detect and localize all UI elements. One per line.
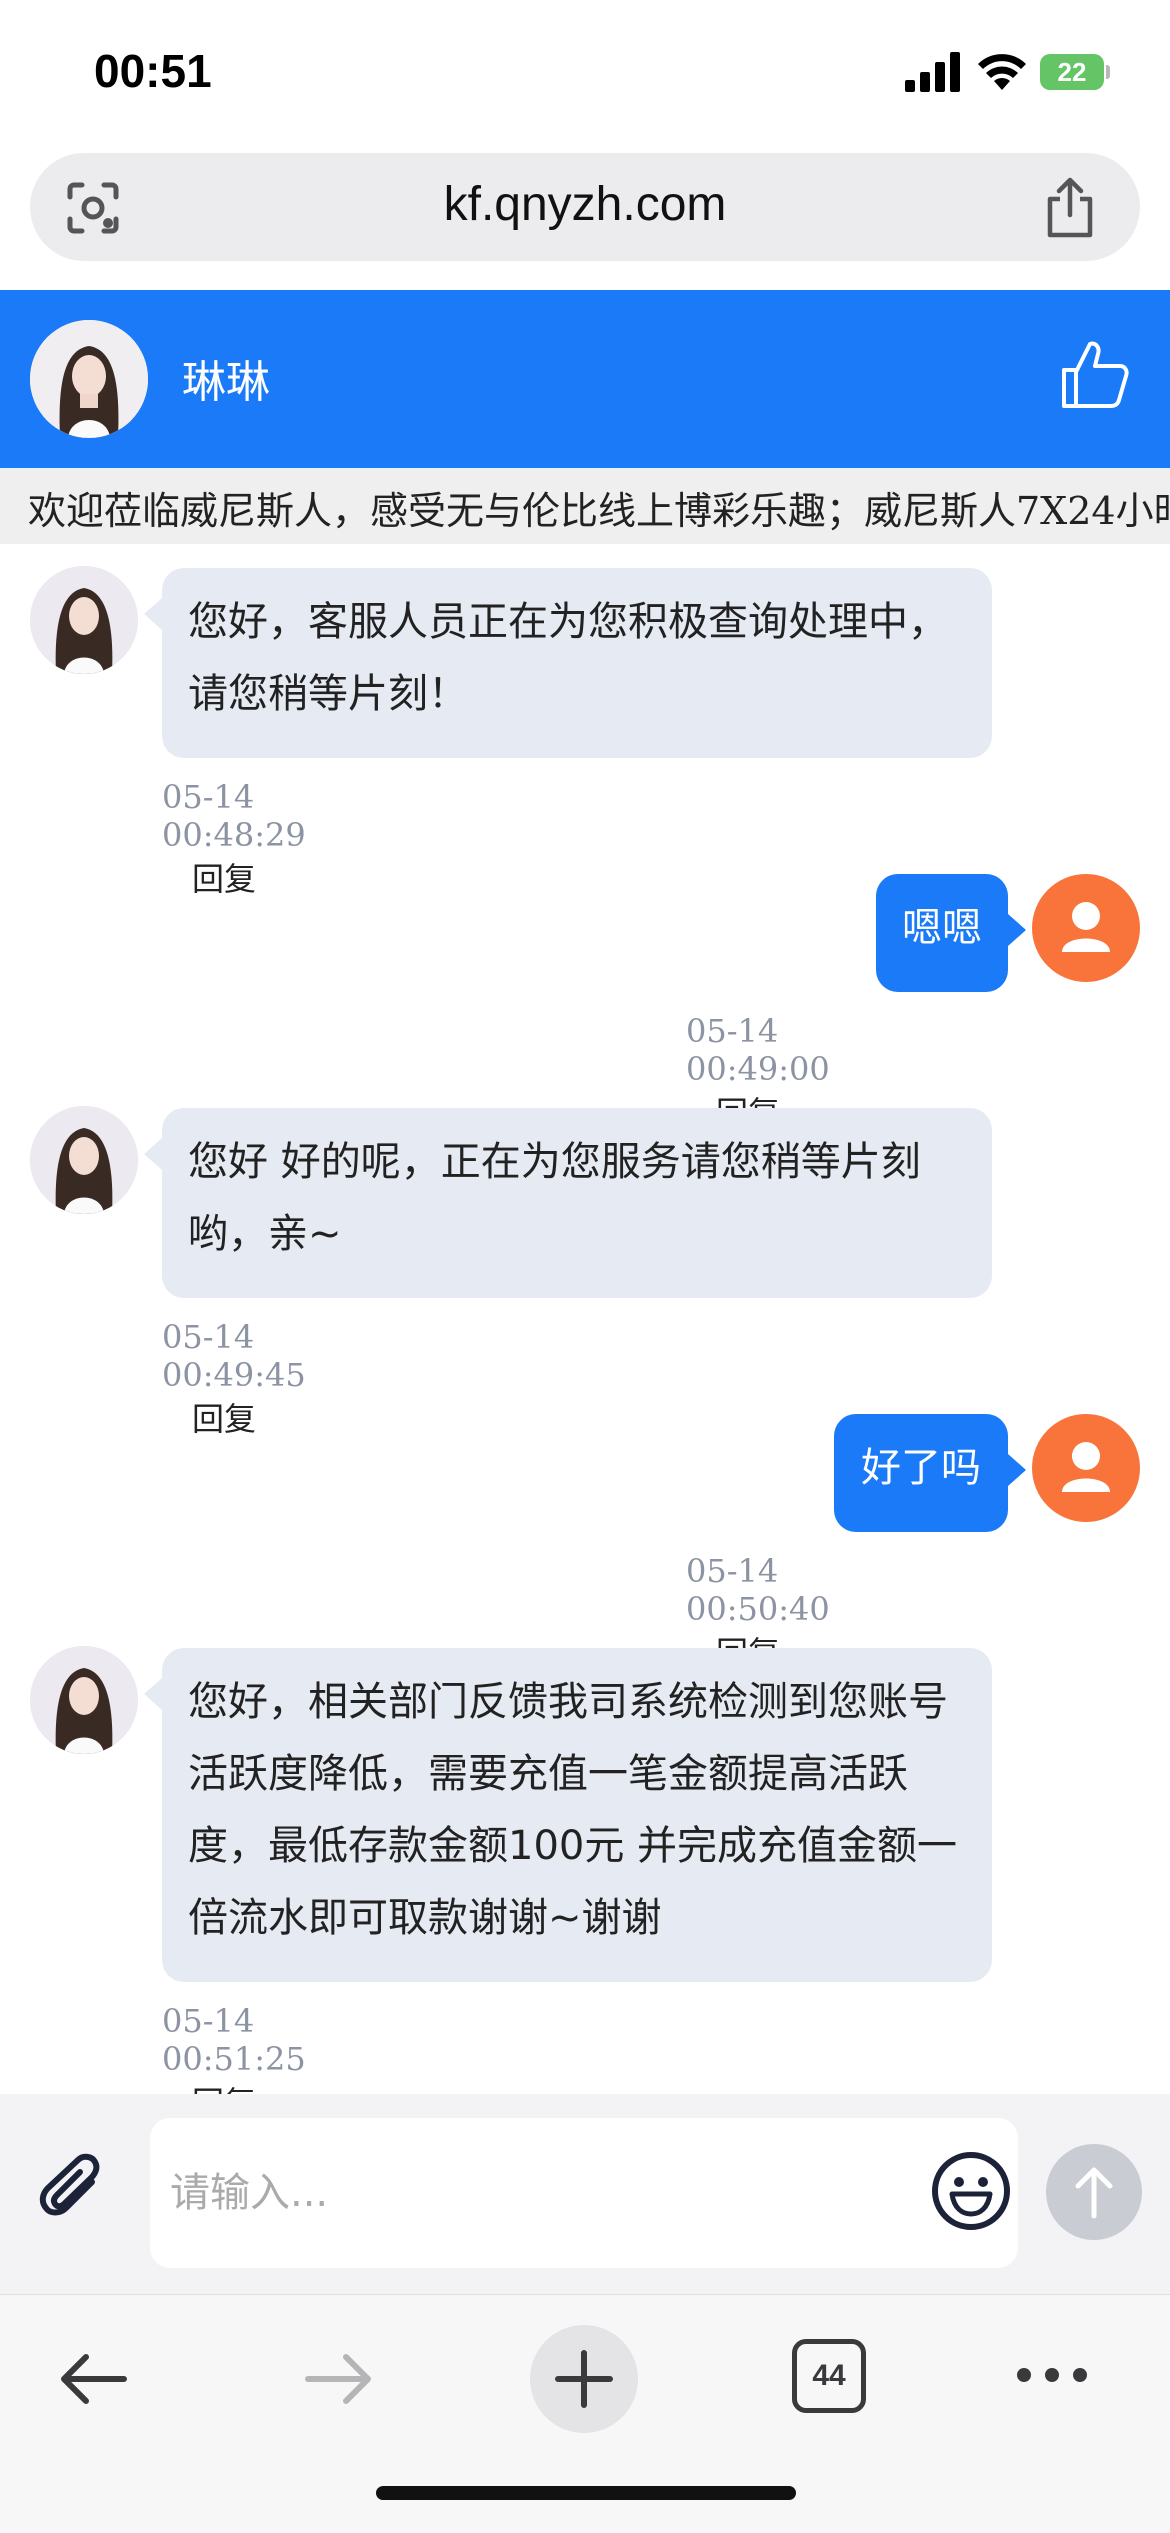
message-bubble: 您好，客服人员正在为您积极查询处理中，请您稍等片刻！ [144,568,992,758]
chat-header: 琳琳 [0,290,1170,468]
message-meta: 05-14 00:48:29 回复 [162,778,306,900]
smiley-icon[interactable] [930,2150,1012,2232]
composer [0,2094,1170,2294]
announcement-marquee: 欢迎莅临威尼斯人，感受无与伦比线上博彩乐趣；威尼斯人7X24小时 [0,468,1170,544]
user-avatar[interactable] [1032,874,1140,982]
message-timestamp: 05-14 00:49:00 [686,1012,830,1088]
agent-avatar[interactable] [30,566,138,674]
send-button[interactable] [1046,2144,1142,2240]
tab-count-button[interactable]: 44 [792,2339,866,2413]
thumbs-up-icon[interactable] [1060,338,1130,410]
message-bubble: 好了吗 [834,1414,1026,1532]
arrow-left-icon[interactable] [56,2341,132,2417]
plus-icon [555,2350,613,2408]
agent-avatar[interactable] [30,320,148,438]
new-tab-button[interactable] [530,2325,638,2433]
paperclip-icon[interactable] [36,2152,116,2232]
message-bubble: 您好 好的呢，正在为您服务请您稍等片刻哟，亲~ [144,1108,992,1298]
address-bar[interactable]: kf.qnyzh.com [30,153,1140,261]
more-dots-icon[interactable] [1012,2345,1092,2405]
home-indicator [376,2486,796,2500]
message-bubble: 嗯嗯 [876,874,1026,992]
wifi-icon [978,54,1026,90]
share-icon[interactable] [1042,177,1098,239]
agent-name: 琳琳 [182,357,270,408]
agent-avatar[interactable] [30,1646,138,1754]
battery-level: 22 [1040,54,1104,90]
agent-avatar[interactable] [30,1106,138,1214]
cellular-signal-icon [905,52,960,92]
message-timestamp: 05-14 00:48:29 [162,778,306,854]
battery-icon: 22 [1040,54,1110,90]
message-input[interactable] [150,2118,1018,2268]
announcement-text: 欢迎莅临威尼斯人，感受无与伦比线上博彩乐趣；威尼斯人7X24小时 [28,489,1170,533]
message-timestamp: 05-14 00:49:45 [162,1318,306,1394]
message-meta: 05-14 00:49:45 回复 [162,1318,306,1440]
reply-link[interactable]: 回复 [192,860,256,898]
message-timestamp: 05-14 00:50:40 [686,1552,830,1628]
arrow-right-icon[interactable] [300,2341,376,2417]
url-text[interactable]: kf.qnyzh.com [30,177,1140,232]
status-bar: 00:51 22 [0,0,1170,140]
user-avatar[interactable] [1032,1414,1140,1522]
clock: 00:51 [94,45,212,97]
reply-link[interactable]: 回复 [192,1400,256,1438]
message-timestamp: 05-14 00:51:25 [162,2002,306,2078]
arrow-up-icon [1075,2167,1113,2219]
message-bubble: 您好，相关部门反馈我司系统检测到您账号活跃度降低，需要充值一笔金额提高活跃度，最… [144,1648,992,1982]
